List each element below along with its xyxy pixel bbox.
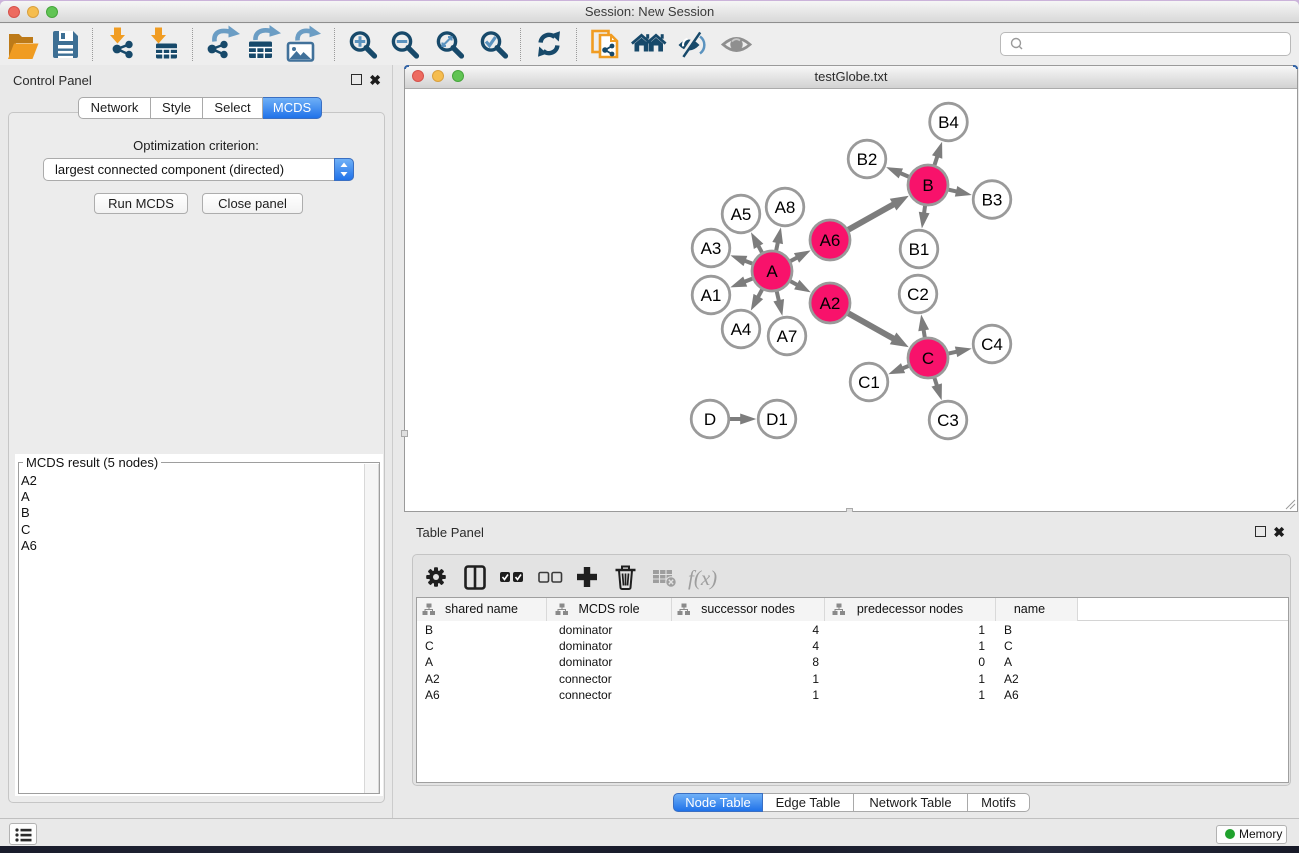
svg-text:f(x): f(x) <box>688 566 717 590</box>
svg-text:D1: D1 <box>766 410 788 429</box>
svg-text:B4: B4 <box>938 113 959 132</box>
svg-text:A: A <box>766 262 778 281</box>
svg-text:B2: B2 <box>857 150 878 169</box>
svg-text:A5: A5 <box>731 205 752 224</box>
svg-text:A4: A4 <box>731 320 752 339</box>
svg-text:C4: C4 <box>981 335 1003 354</box>
svg-text:D: D <box>704 410 716 429</box>
svg-text:C1: C1 <box>858 373 880 392</box>
svg-text:C2: C2 <box>907 285 929 304</box>
svg-text:B3: B3 <box>982 191 1003 210</box>
svg-text:A8: A8 <box>775 198 796 217</box>
svg-text:C3: C3 <box>937 411 959 430</box>
svg-text:A7: A7 <box>777 327 798 346</box>
svg-text:A1: A1 <box>701 286 722 305</box>
svg-text:B: B <box>922 176 933 195</box>
svg-text:A3: A3 <box>701 239 722 258</box>
svg-text:A2: A2 <box>820 294 841 313</box>
svg-text:B1: B1 <box>909 240 930 259</box>
svg-text:A6: A6 <box>820 231 841 250</box>
svg-text:C: C <box>922 349 934 368</box>
